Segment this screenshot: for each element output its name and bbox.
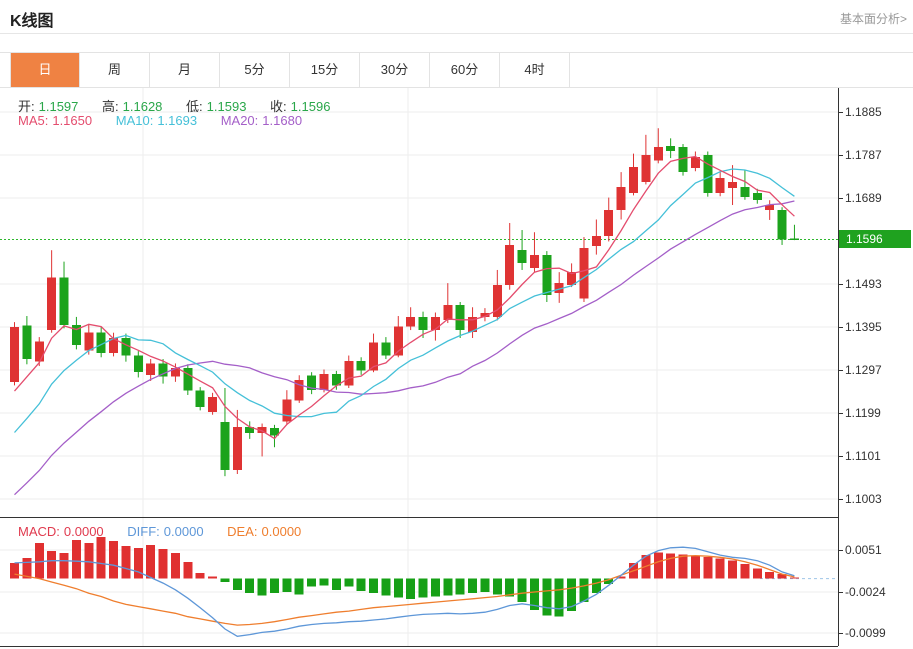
- diff-value: 0.0000: [163, 524, 204, 539]
- low-value: 1.1593: [206, 99, 247, 114]
- y-axis-label: 1.1395: [845, 320, 882, 334]
- current-price-tag: 1.1596: [839, 230, 911, 248]
- ma20-value: 1.1680: [262, 113, 303, 128]
- y-axis-label: 1.1493: [845, 277, 882, 291]
- ma-legend: MA5: 1.1650 MA10: 1.1693 MA20: 1.1680: [18, 113, 306, 128]
- close-label: 收:: [270, 99, 287, 114]
- diff-label: DIFF:: [127, 524, 160, 539]
- macd-legend: MACD: 0.0000 DIFF: 0.0000 DEA: 0.0000: [18, 524, 305, 539]
- low-label: 低:: [186, 99, 203, 114]
- y-axis-label: -0.0024: [845, 585, 886, 599]
- ma5-value: 1.1650: [52, 113, 93, 128]
- ma10-value: 1.1693: [157, 113, 198, 128]
- ma20-label: MA20:: [220, 113, 259, 128]
- kline-page: K线图 基本面分析> 日周月 5分 15分 30分 60分 4时 开: 1.1597 高: 1…: [0, 0, 913, 649]
- candles-layer: [10, 128, 799, 477]
- macd-value: 0.0000: [63, 524, 104, 539]
- y-axis-label: 1.1003: [845, 492, 882, 506]
- macd-label: MACD:: [18, 524, 60, 539]
- y-axis-label: -0.0099: [845, 626, 886, 640]
- ma5-label: MA5:: [18, 113, 49, 128]
- y-axis-label: 0.0051: [845, 543, 882, 557]
- ma10-label: MA10:: [115, 113, 154, 128]
- y-axis-label: 1.1885: [845, 105, 882, 119]
- open-label: 开:: [18, 99, 35, 114]
- dea-value: 0.0000: [261, 524, 302, 539]
- y-axis-label: 1.1199: [845, 406, 881, 420]
- high-value: 1.1628: [122, 99, 163, 114]
- y-axis-label: 1.1101: [845, 449, 881, 463]
- y-axis-label: 1.1787: [845, 148, 882, 162]
- open-value: 1.1597: [38, 99, 79, 114]
- y-axis-label: 1.1689: [845, 191, 882, 205]
- high-label: 高:: [102, 99, 119, 114]
- y-axis-label: 1.1297: [845, 363, 882, 377]
- close-value: 1.1596: [290, 99, 331, 114]
- dea-label: DEA:: [227, 524, 258, 539]
